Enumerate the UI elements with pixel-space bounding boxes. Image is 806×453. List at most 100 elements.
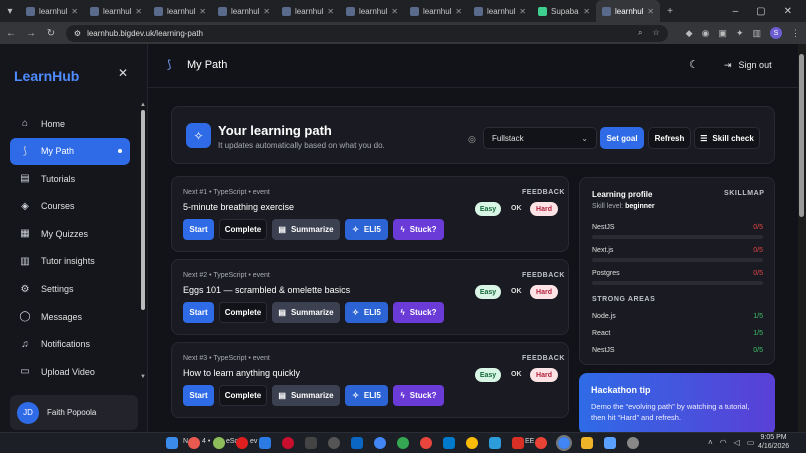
step-title[interactable]: How to learn anything quickly (183, 368, 300, 378)
new-tab-button[interactable]: + (660, 0, 680, 22)
extension-icon[interactable]: ▣ (718, 28, 727, 39)
start-button[interactable]: Start (183, 385, 214, 406)
app-icon[interactable] (512, 437, 524, 449)
goal-select[interactable]: Fullstack ⌄ (483, 127, 597, 149)
extension-icon[interactable]: ◉ (702, 28, 710, 39)
chrome-icon[interactable] (374, 437, 386, 449)
battery-icon[interactable]: ▭ (747, 438, 755, 447)
easy-feedback-button[interactable]: Easy (475, 368, 501, 382)
sidebar-item-my-quizzes[interactable]: ▦ My Quizzes (10, 220, 130, 247)
close-tab-icon[interactable]: ✕ (455, 7, 462, 16)
browser-tab[interactable]: learnhub.b ✕ (20, 0, 84, 22)
app-icon[interactable] (535, 437, 547, 449)
sidebar-item-messages[interactable]: ◯ Messages (10, 303, 130, 330)
chrome-icon[interactable] (466, 437, 478, 449)
scrollbar-thumb[interactable] (141, 110, 145, 310)
sidebar-item-notifications[interactable]: ♫ Notifications (10, 331, 130, 358)
eli5-button[interactable]: ✧ ELI5 (345, 385, 388, 406)
sidebar-item-my-path[interactable]: ⟆ My Path (10, 137, 130, 165)
browser-tab[interactable]: Supabase ✕ (532, 0, 596, 22)
eli5-button[interactable]: ✧ ELI5 (345, 219, 388, 240)
minimize-icon[interactable]: – (733, 6, 739, 17)
start-button[interactable]: Start (183, 302, 214, 323)
scroll-up-icon[interactable]: ▲ (140, 102, 146, 108)
complete-button[interactable]: Complete (219, 385, 267, 406)
browser-tab[interactable]: learnhub.b ✕ (84, 0, 148, 22)
extension-icon[interactable]: ◆ (686, 28, 693, 39)
app-icon[interactable] (604, 437, 616, 449)
scroll-down-icon[interactable]: ▼ (140, 374, 146, 380)
sidebar-item-tutor-insights[interactable]: ▥ Tutor insights (10, 248, 130, 275)
close-tab-icon[interactable]: ✕ (583, 7, 590, 16)
sidebar-item-settings[interactable]: ⚙ Settings (10, 276, 130, 303)
set-goal-button[interactable]: Set goal (600, 127, 644, 149)
app-icon[interactable] (328, 437, 340, 449)
browser-tab[interactable]: learnhub.b ✕ (212, 0, 276, 22)
hard-feedback-button[interactable]: Hard (530, 285, 558, 299)
step-title[interactable]: 5-minute breathing exercise (183, 202, 294, 212)
chrome-icon[interactable] (397, 437, 409, 449)
sidebar-scrollbar[interactable]: ▲ ▼ (140, 102, 146, 382)
skill-check-button[interactable]: ☰ Skill check (694, 127, 760, 149)
vscode-icon[interactable] (443, 437, 455, 449)
brand-logo[interactable]: LearnHub (14, 68, 79, 84)
stuck-button[interactable]: ϟ Stuck? (393, 302, 444, 323)
hard-feedback-button[interactable]: Hard (530, 202, 558, 216)
ok-feedback-button[interactable]: OK (511, 205, 522, 212)
sidebar-item-tutorials[interactable]: ▤ Tutorials (10, 165, 130, 192)
step-title[interactable]: Eggs 101 — scrambled & omelette basics (183, 285, 350, 295)
close-tab-icon[interactable]: ✕ (391, 7, 398, 16)
easy-feedback-button[interactable]: Easy (475, 285, 501, 299)
start-icon[interactable] (166, 437, 178, 449)
close-window-icon[interactable]: ✕ (784, 6, 792, 17)
stuck-button[interactable]: ϟ Stuck? (393, 219, 444, 240)
linkedin-icon[interactable] (351, 437, 363, 449)
app-icon[interactable] (282, 437, 294, 449)
summarize-button[interactable]: ▤ Summarize (272, 302, 340, 323)
chrome-icon[interactable] (556, 435, 572, 451)
sidebar-item-courses[interactable]: ◈ Courses (10, 193, 130, 220)
close-tab-icon[interactable]: ✕ (327, 7, 334, 16)
app-icon[interactable] (213, 437, 225, 449)
sign-out-button[interactable]: ⇥ Sign out (724, 60, 772, 71)
settings-icon[interactable] (627, 437, 639, 449)
app-icon[interactable] (188, 437, 200, 449)
ok-feedback-button[interactable]: OK (511, 288, 522, 295)
wifi-icon[interactable]: ◠ (720, 438, 727, 447)
tab-menu-icon[interactable]: ▾ (0, 0, 20, 22)
sidebar-item-upload-video[interactable]: ▭ Upload Video (10, 358, 130, 385)
site-info-icon[interactable]: ⚙ (74, 29, 81, 38)
reload-icon[interactable]: ↻ (46, 28, 56, 39)
volume-icon[interactable]: ◁ (734, 438, 740, 447)
forward-icon[interactable]: → (26, 28, 36, 39)
refresh-button[interactable]: Refresh (648, 127, 691, 149)
eli5-button[interactable]: ✧ ELI5 (345, 302, 388, 323)
sidepanel-icon[interactable]: ▥ (752, 28, 761, 39)
system-tray[interactable]: ˄ ◠ ◁ ▭ (708, 438, 754, 447)
back-icon[interactable]: ← (6, 28, 16, 39)
url-bar[interactable]: ⚙ learnhub.bigdev.uk/learning-path ⌕ ☆ (65, 24, 668, 42)
ok-feedback-button[interactable]: OK (511, 371, 522, 378)
folder-icon[interactable] (581, 437, 593, 449)
clock[interactable]: 9:05 PM 4/16/2026 (758, 434, 789, 452)
close-tab-icon[interactable]: ✕ (263, 7, 270, 16)
theme-toggle-icon[interactable]: ☾ (689, 58, 699, 71)
complete-button[interactable]: Complete (219, 219, 267, 240)
close-tab-icon[interactable]: ✕ (71, 7, 78, 16)
page-scrollbar[interactable] (798, 44, 806, 432)
easy-feedback-button[interactable]: Easy (475, 202, 501, 216)
complete-button[interactable]: Complete (219, 302, 267, 323)
app-icon[interactable] (236, 437, 248, 449)
stuck-button[interactable]: ϟ Stuck? (393, 385, 444, 406)
chevron-up-icon[interactable]: ˄ (708, 438, 713, 447)
profile-avatar[interactable]: S (770, 27, 782, 39)
bookmark-star-icon[interactable]: ☆ (652, 28, 659, 38)
browser-tab[interactable]: learnhub.b ✕ (276, 0, 340, 22)
close-tab-icon[interactable]: ✕ (519, 7, 526, 16)
summarize-button[interactable]: ▤ Summarize (272, 219, 340, 240)
browser-menu-icon[interactable]: ⋮ (791, 28, 800, 39)
zoom-icon[interactable]: ⌕ (638, 28, 642, 38)
app-icon[interactable] (489, 437, 501, 449)
start-button[interactable]: Start (183, 219, 214, 240)
browser-tab[interactable]: learnhub.b ✕ (148, 0, 212, 22)
